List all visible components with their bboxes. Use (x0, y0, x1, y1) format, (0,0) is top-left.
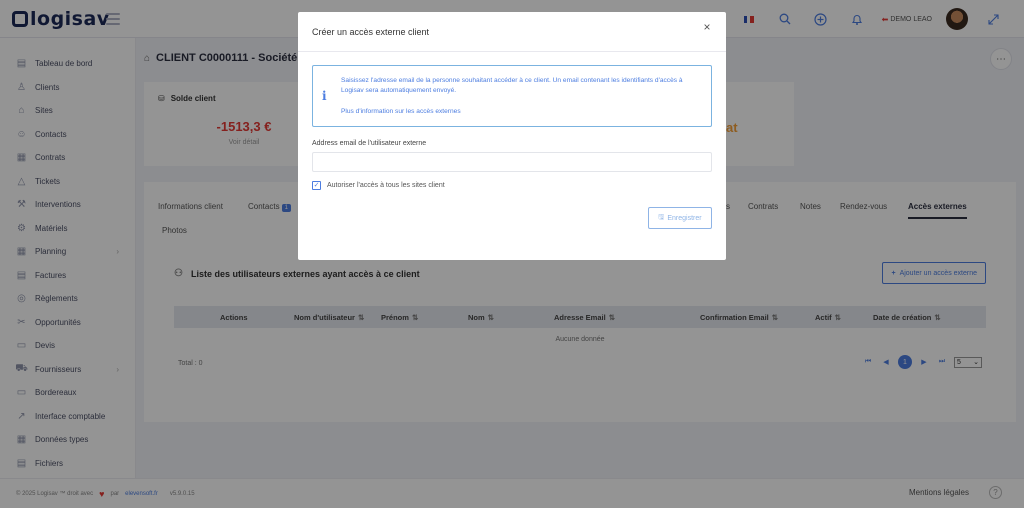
checkbox-label: Autoriser l'accès à tous les sites clien… (327, 182, 445, 189)
modal-title: Créer un accès externe client (312, 27, 430, 37)
all-sites-checkbox-row[interactable]: ✓ Autoriser l'accès à tous les sites cli… (312, 181, 445, 190)
info-alert: i Saisissez l'adresse email de la person… (312, 65, 712, 127)
modal-header: Créer un accès externe client × (298, 12, 726, 52)
create-external-access-modal: Créer un accès externe client × i Saisis… (298, 12, 726, 260)
save-icon: 🖫 (658, 213, 665, 221)
save-button[interactable]: 🖫 Enregistrer (648, 207, 712, 229)
email-field[interactable] (312, 152, 712, 172)
close-icon[interactable]: × (700, 20, 714, 34)
all-sites-checkbox[interactable]: ✓ (312, 181, 321, 190)
email-label: Address email de l'utilisateur externe (312, 140, 427, 147)
info-text: Saisissez l'adresse email de la personne… (341, 77, 683, 94)
info-icon: i (322, 89, 327, 103)
info-link[interactable]: Plus d'information sur les accès externe… (341, 108, 461, 115)
